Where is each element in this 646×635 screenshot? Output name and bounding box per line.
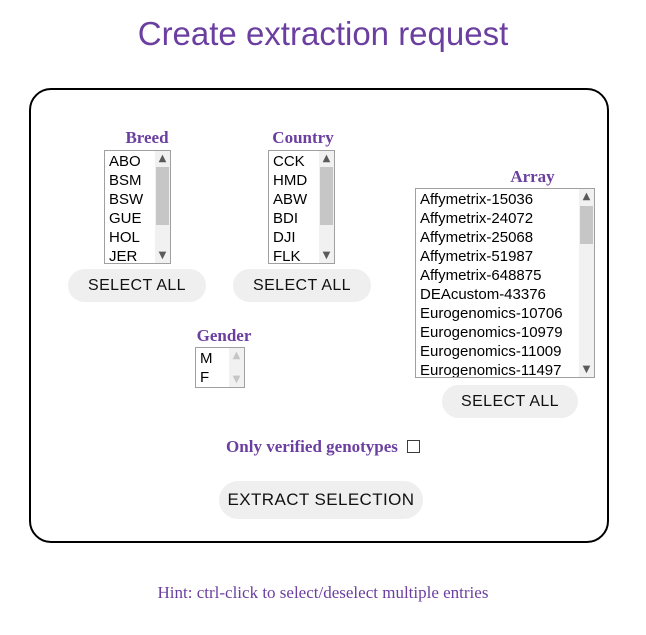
breed-option[interactable]: ABO: [107, 152, 154, 171]
breed-listbox[interactable]: ABO BSM BSW GUE HOL JER ▲ ▼: [104, 150, 171, 264]
extract-selection-button[interactable]: EXTRACT SELECTION: [219, 481, 423, 519]
scroll-down-icon[interactable]: ▼: [319, 248, 334, 263]
scroll-down-icon: ▼: [232, 373, 241, 385]
country-option[interactable]: FLK: [271, 247, 318, 263]
gender-label: Gender: [196, 326, 252, 345]
scroll-up-icon[interactable]: ▲: [579, 189, 594, 204]
array-option[interactable]: Affymetrix-24072: [418, 209, 578, 228]
array-options[interactable]: Affymetrix-15036 Affymetrix-24072 Affyme…: [416, 189, 578, 377]
country-select-all-button[interactable]: SELECT ALL: [233, 269, 371, 302]
scroll-up-icon[interactable]: ▲: [155, 151, 170, 166]
scrollbar-thumb[interactable]: [320, 167, 333, 225]
breed-option[interactable]: BSW: [107, 190, 154, 209]
verified-genotypes-checkbox[interactable]: [406, 439, 420, 453]
scroll-up-icon[interactable]: ▲: [319, 151, 334, 166]
hint-text: Hint: ctrl-click to select/deselect mult…: [157, 583, 489, 602]
array-scrollbar[interactable]: ▲ ▼: [578, 189, 594, 377]
breed-scrollbar[interactable]: ▲ ▼: [154, 151, 170, 263]
gender-option[interactable]: F: [198, 368, 228, 387]
breed-option[interactable]: GUE: [107, 209, 154, 228]
scroll-down-icon[interactable]: ▼: [579, 362, 594, 377]
array-label: Array: [510, 167, 555, 186]
country-option[interactable]: CCK: [271, 152, 318, 171]
gender-option[interactable]: M: [198, 349, 228, 368]
scroll-down-icon[interactable]: ▼: [155, 248, 170, 263]
extraction-form-card: Breed ABO BSM BSW GUE HOL JER ▲ ▼ SELECT…: [29, 88, 609, 543]
country-option[interactable]: DJI: [271, 228, 318, 247]
array-option[interactable]: DEAcustom-43376: [418, 285, 578, 304]
gender-scrollbar: ▲ ▼: [228, 348, 244, 387]
array-option[interactable]: Affymetrix-25068: [418, 228, 578, 247]
country-scrollbar[interactable]: ▲ ▼: [318, 151, 334, 263]
country-option[interactable]: HMD: [271, 171, 318, 190]
page-title: Create extraction request: [137, 15, 509, 52]
array-option[interactable]: Affymetrix-648875: [418, 266, 578, 285]
array-option[interactable]: Eurogenomics-11009: [418, 342, 578, 361]
array-option[interactable]: Eurogenomics-10979: [418, 323, 578, 342]
country-options[interactable]: CCK HMD ABW BDI DJI FLK: [269, 151, 318, 263]
scrollbar-thumb[interactable]: [156, 167, 169, 225]
array-select-all-button[interactable]: SELECT ALL: [442, 385, 578, 418]
country-listbox[interactable]: CCK HMD ABW BDI DJI FLK ▲ ▼: [268, 150, 335, 264]
array-listbox[interactable]: Affymetrix-15036 Affymetrix-24072 Affyme…: [415, 188, 595, 378]
verified-genotypes-row: Only verified genotypes: [0, 437, 646, 457]
country-label: Country: [272, 128, 334, 147]
array-option[interactable]: Eurogenomics-10706: [418, 304, 578, 323]
breed-option[interactable]: JER: [107, 247, 154, 263]
breed-option[interactable]: HOL: [107, 228, 154, 247]
country-option[interactable]: BDI: [271, 209, 318, 228]
gender-listbox[interactable]: M F ▲ ▼: [195, 347, 245, 388]
verified-genotypes-label: Only verified genotypes: [226, 437, 398, 456]
scroll-up-icon: ▲: [232, 349, 241, 361]
breed-option[interactable]: BSM: [107, 171, 154, 190]
array-option[interactable]: Affymetrix-51987: [418, 247, 578, 266]
array-option[interactable]: Affymetrix-15036: [418, 190, 578, 209]
country-option[interactable]: ABW: [271, 190, 318, 209]
breed-label: Breed: [125, 128, 169, 147]
scrollbar-thumb[interactable]: [580, 206, 593, 244]
breed-select-all-button[interactable]: SELECT ALL: [68, 269, 206, 302]
gender-options[interactable]: M F: [196, 348, 228, 387]
array-option[interactable]: Eurogenomics-11497: [418, 361, 578, 377]
breed-options[interactable]: ABO BSM BSW GUE HOL JER: [105, 151, 154, 263]
